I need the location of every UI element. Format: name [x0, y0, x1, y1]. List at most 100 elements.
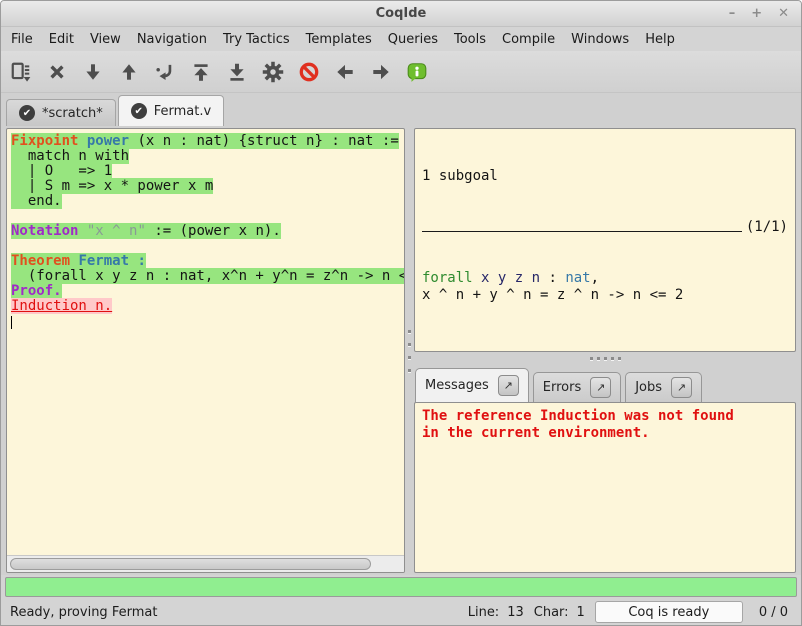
- line-label: Line:: [468, 605, 499, 620]
- scrollbar-thumb[interactable]: [10, 558, 371, 570]
- splitter-dot: [408, 369, 411, 372]
- splitter-dot: [590, 357, 593, 360]
- menu-compile[interactable]: Compile: [494, 29, 563, 50]
- coqide-window: CoqIde – + ✕ File Edit View Navigation T…: [0, 0, 802, 626]
- save-icon: [10, 61, 32, 83]
- previous-occurrence-button[interactable]: [329, 55, 361, 89]
- maximize-button[interactable]: +: [751, 7, 762, 20]
- minimize-button[interactable]: –: [729, 7, 736, 20]
- coq-status-button[interactable]: Coq is ready: [595, 601, 743, 623]
- menu-windows[interactable]: Windows: [563, 29, 637, 50]
- forward-one-command-button[interactable]: [77, 55, 109, 89]
- titlebar[interactable]: CoqIde – + ✕: [1, 1, 801, 27]
- tab-label: Messages: [425, 378, 489, 393]
- tab-messages[interactable]: Messages ↗: [415, 368, 529, 402]
- message-tab-bar: Messages ↗ Errors ↗ Jobs ↗: [414, 365, 796, 402]
- close-icon: [46, 61, 68, 83]
- goal-separator: (1/1): [422, 219, 788, 236]
- backward-one-command-button[interactable]: [113, 55, 145, 89]
- text-caret: [11, 316, 12, 329]
- goal-pane: 1 subgoal (1/1) forall x y z n : nat,x ^…: [414, 128, 796, 352]
- menu-file[interactable]: File: [3, 29, 41, 50]
- menu-queries[interactable]: Queries: [380, 29, 446, 50]
- script-editor-text[interactable]: Fixpoint power (x n : nat) {struct n} : …: [7, 129, 404, 555]
- char-value: 1: [577, 605, 585, 620]
- menu-try-tactics[interactable]: Try Tactics: [215, 29, 298, 50]
- menu-templates[interactable]: Templates: [298, 29, 380, 50]
- tab-scratch[interactable]: ✔ *scratch*: [6, 99, 116, 126]
- horizontal-splitter[interactable]: [414, 352, 796, 365]
- go-to-start-icon: [190, 61, 212, 83]
- editor-horizontal-scrollbar[interactable]: [7, 555, 404, 572]
- code-line: | O => 1: [11, 164, 402, 179]
- detach-arrow-icon: ↗: [596, 381, 605, 394]
- status-text: Ready, proving Fermat: [10, 605, 458, 620]
- menu-view[interactable]: View: [82, 29, 129, 50]
- separator-line: [422, 231, 742, 232]
- splitter-dot: [408, 330, 411, 333]
- code-line: Induction n.: [11, 299, 402, 314]
- code-line: in the current environment.: [422, 425, 788, 442]
- detach-button[interactable]: ↗: [671, 377, 692, 398]
- menu-navigation[interactable]: Navigation: [129, 29, 215, 50]
- document-tab-bar: ✔ *scratch* ✔ Fermat.v: [1, 93, 801, 126]
- previous-icon: [334, 61, 356, 83]
- splitter-dot: [597, 357, 600, 360]
- go-to-cursor-icon: [154, 61, 176, 83]
- restart-gear-icon: [262, 61, 284, 83]
- tab-errors[interactable]: Errors ↗: [533, 372, 621, 402]
- next-occurrence-button[interactable]: [365, 55, 397, 89]
- detach-arrow-icon: ↗: [677, 381, 686, 394]
- code-line: forall x y z n : nat,: [422, 270, 788, 287]
- save-button[interactable]: [5, 55, 37, 89]
- detach-button[interactable]: ↗: [498, 375, 519, 396]
- char-label: Char:: [534, 605, 569, 620]
- go-to-end-button[interactable]: [221, 55, 253, 89]
- code-line: x ^ n + y ^ n = z ^ n -> n <= 2: [422, 287, 788, 304]
- code-line: Theorem Fermat :: [11, 254, 402, 269]
- go-to-cursor-button[interactable]: [149, 55, 181, 89]
- tab-jobs[interactable]: Jobs ↗: [625, 372, 702, 402]
- toolbar: [1, 51, 801, 93]
- goal-statement: forall x y z n : nat,x ^ n + y ^ n = z ^…: [422, 270, 788, 304]
- close-buffer-button[interactable]: [41, 55, 73, 89]
- code-line: [11, 314, 402, 329]
- code-line: Fixpoint power (x n : nat) {struct n} : …: [11, 134, 402, 149]
- vertical-splitter[interactable]: [405, 128, 414, 573]
- splitter-dot: [408, 343, 411, 346]
- main-area: Fixpoint power (x n : nat) {struct n} : …: [1, 126, 801, 575]
- code-line: Proof.: [11, 284, 402, 299]
- detach-button[interactable]: ↗: [590, 377, 611, 398]
- script-editor-pane[interactable]: Fixpoint power (x n : nat) {struct n} : …: [6, 128, 405, 573]
- splitter-dot: [618, 357, 621, 360]
- checkmark-icon: ✔: [131, 103, 147, 119]
- interrupt-icon: [298, 61, 320, 83]
- go-to-start-button[interactable]: [185, 55, 217, 89]
- menu-tools[interactable]: Tools: [446, 29, 494, 50]
- goal-counter: (1/1): [746, 219, 788, 236]
- close-button[interactable]: ✕: [778, 7, 789, 20]
- backward-one-icon: [118, 61, 140, 83]
- code-line: (forall x y z n : nat, x^n + y^n = z^n -…: [11, 269, 402, 284]
- restart-button[interactable]: [257, 55, 289, 89]
- tab-fermat[interactable]: ✔ Fermat.v: [118, 95, 224, 126]
- menu-help[interactable]: Help: [637, 29, 683, 50]
- code-line: end.: [11, 194, 402, 209]
- right-column: 1 subgoal (1/1) forall x y z n : nat,x ^…: [414, 128, 796, 573]
- messages-pane: The reference Induction was not foundin …: [414, 402, 796, 573]
- splitter-dot: [611, 357, 614, 360]
- tab-label: *scratch*: [42, 106, 103, 121]
- code-line: match n with: [11, 149, 402, 164]
- interrupt-button[interactable]: [293, 55, 325, 89]
- checkmark-icon: ✔: [19, 105, 35, 121]
- window-title: CoqIde: [376, 6, 427, 21]
- menubar: File Edit View Navigation Try Tactics Te…: [1, 27, 801, 51]
- code-line: [11, 209, 402, 224]
- splitter-dot: [408, 356, 411, 359]
- tab-label: Jobs: [635, 380, 662, 395]
- next-icon: [370, 61, 392, 83]
- tab-label: Errors: [543, 380, 581, 395]
- about-button[interactable]: [401, 55, 433, 89]
- menu-edit[interactable]: Edit: [41, 29, 82, 50]
- forward-one-icon: [82, 61, 104, 83]
